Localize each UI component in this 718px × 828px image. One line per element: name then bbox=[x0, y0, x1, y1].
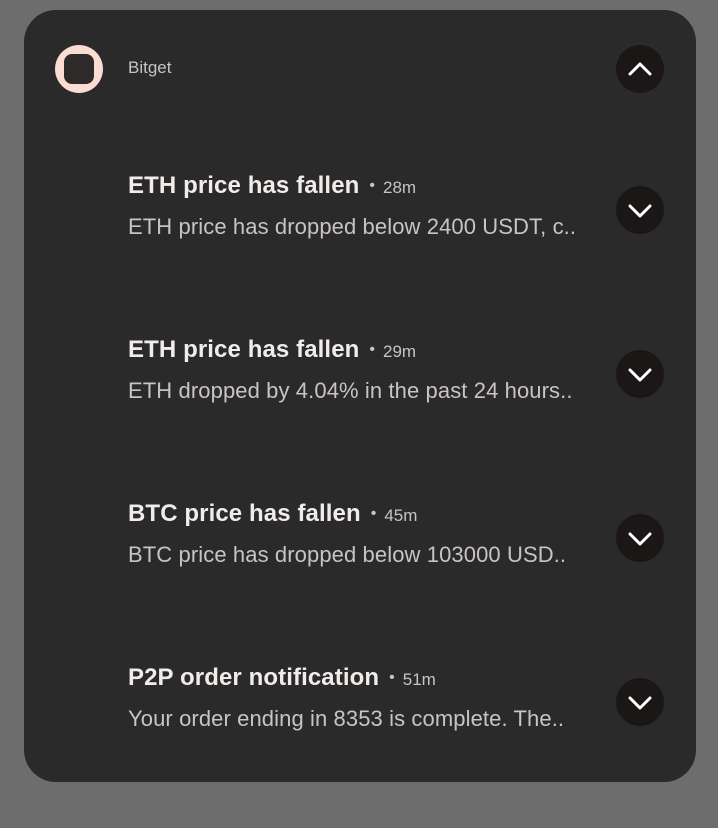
expand-notification-button[interactable] bbox=[616, 678, 664, 726]
separator-dot: • bbox=[389, 669, 395, 686]
notification-body: ETH dropped by 4.04% in the past 24 hour… bbox=[128, 378, 573, 403]
notification-time: 29m bbox=[383, 342, 417, 361]
chevron-down-icon bbox=[628, 368, 652, 382]
collapse-group-button[interactable] bbox=[616, 45, 664, 93]
separator-dot: • bbox=[369, 341, 376, 358]
chevron-down-icon bbox=[628, 532, 652, 546]
expand-notification-button[interactable] bbox=[616, 350, 664, 398]
notification-item[interactable]: P2P order notification • 51m Your order en… bbox=[24, 664, 696, 828]
notification-time: 28m bbox=[383, 178, 417, 197]
notification-title: P2P order notification bbox=[128, 664, 380, 691]
app-name: Bitget bbox=[128, 58, 172, 77]
notification-body: BTC price has dropped below 103000 USD.. bbox=[128, 542, 567, 567]
expand-notification-button[interactable] bbox=[616, 186, 664, 234]
notification-time: 45m bbox=[384, 506, 418, 525]
notification-group-header[interactable]: Bitget bbox=[24, 10, 696, 126]
notification-item[interactable]: ETH price has fallen • 28m ETH price has d… bbox=[24, 172, 696, 336]
notification-item[interactable]: BTC price has fallen • 45m BTC price has d… bbox=[24, 500, 696, 664]
expand-notification-button[interactable] bbox=[616, 514, 664, 562]
notification-time: 51m bbox=[402, 670, 436, 689]
notification-group: Bitget ETH price has fallen • 28m ETH pric… bbox=[24, 10, 696, 782]
chevron-up-icon bbox=[628, 62, 652, 76]
separator-dot: • bbox=[370, 505, 377, 522]
separator-dot: • bbox=[369, 177, 376, 194]
bitget-app-icon bbox=[55, 45, 103, 93]
notification-title: ETH price has fallen bbox=[128, 336, 360, 363]
notification-item[interactable]: ETH price has fallen • 29m ETH dropped by … bbox=[24, 336, 696, 500]
notification-title: ETH price has fallen bbox=[128, 172, 360, 199]
chevron-down-icon bbox=[628, 204, 652, 218]
chevron-down-icon bbox=[628, 696, 652, 710]
notification-body: Your order ending in 8353 is complete. T… bbox=[128, 706, 565, 731]
notification-title: BTC price has fallen bbox=[128, 500, 361, 527]
notification-body: ETH price has dropped below 2400 USDT, c… bbox=[128, 214, 577, 239]
